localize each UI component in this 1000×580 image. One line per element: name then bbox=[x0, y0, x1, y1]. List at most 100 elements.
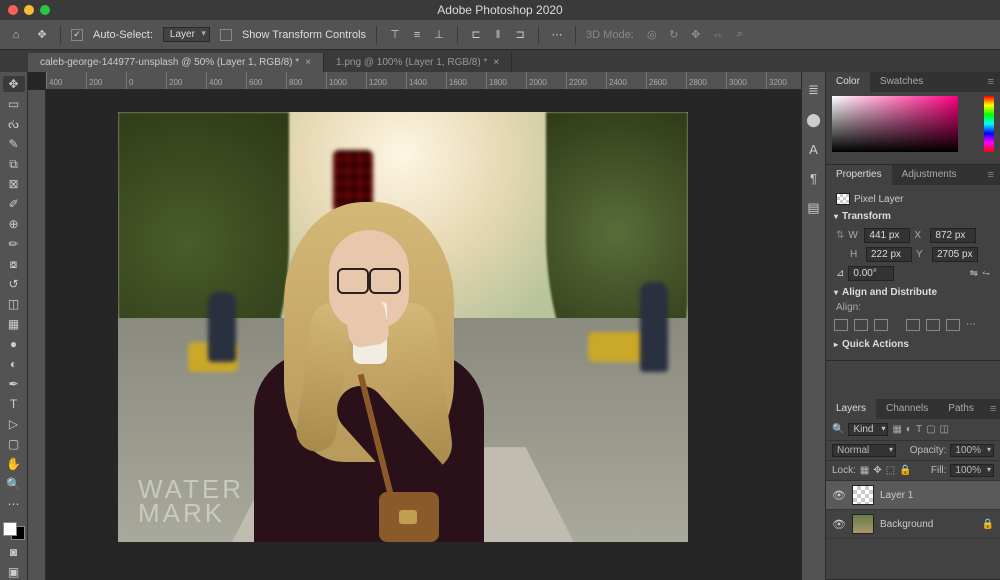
quick-mask-icon[interactable]: ◙ bbox=[3, 544, 25, 560]
align-section[interactable]: ▾Align and Distribute bbox=[832, 283, 994, 302]
align-vcenter-button[interactable] bbox=[926, 319, 940, 331]
tab-properties[interactable]: Properties bbox=[826, 165, 892, 185]
filter-kind-icon[interactable]: 🔍 bbox=[832, 424, 844, 435]
angle-field[interactable]: 0.00° bbox=[848, 266, 894, 281]
pan3d-icon[interactable]: ✥ bbox=[688, 27, 704, 43]
lock-icon[interactable]: 🔒 bbox=[982, 519, 994, 530]
tab-swatches[interactable]: Swatches bbox=[870, 72, 933, 92]
zoom3d-icon[interactable]: ⌕ bbox=[732, 27, 748, 43]
ruler-horizontal[interactable]: 400 200 0 200 400 600 800 1000 1200 1400… bbox=[46, 72, 801, 90]
align-left-button[interactable] bbox=[834, 319, 848, 331]
foreground-background-colors[interactable] bbox=[3, 522, 25, 540]
align-right-button[interactable] bbox=[874, 319, 888, 331]
align-hcenter-button[interactable] bbox=[854, 319, 868, 331]
align-top-button[interactable] bbox=[906, 319, 920, 331]
transform-section[interactable]: ▾Transform bbox=[832, 207, 994, 226]
y-field[interactable]: 2705 px bbox=[932, 247, 978, 262]
quick-actions-section[interactable]: ▸Quick Actions bbox=[832, 335, 994, 354]
crop-tool[interactable]: ⧉ bbox=[3, 156, 25, 172]
visibility-toggle-icon[interactable]: 👁 bbox=[832, 489, 846, 502]
eyedropper-tool[interactable]: ✐ bbox=[3, 196, 25, 212]
shape-tool[interactable]: ▢ bbox=[3, 436, 25, 452]
frame-tool[interactable]: ⊠ bbox=[3, 176, 25, 192]
brush-tool[interactable]: ✏ bbox=[3, 236, 25, 252]
character-panel-icon[interactable]: A bbox=[809, 142, 818, 157]
fill-field[interactable]: 100% bbox=[950, 464, 994, 477]
filter-kind-dropdown[interactable]: Kind bbox=[848, 423, 888, 436]
eraser-tool[interactable]: ◫ bbox=[3, 296, 25, 312]
healing-brush-tool[interactable]: ⊕ bbox=[3, 216, 25, 232]
flip-horizontal-icon[interactable]: ⇋ bbox=[970, 268, 978, 279]
close-window-icon[interactable] bbox=[8, 5, 18, 15]
edit-toolbar-icon[interactable]: ⋯ bbox=[3, 496, 25, 512]
tab-paths[interactable]: Paths bbox=[938, 399, 984, 419]
move-tool[interactable]: ✥ bbox=[3, 76, 25, 92]
clone-stamp-tool[interactable]: ⧇ bbox=[3, 256, 25, 272]
canvas-area[interactable]: 400 200 0 200 400 600 800 1000 1200 1400… bbox=[28, 72, 801, 580]
align-left-icon[interactable]: ⊏ bbox=[468, 27, 484, 43]
hand-tool[interactable]: ✋ bbox=[3, 456, 25, 472]
filter-type-icon[interactable]: T bbox=[916, 424, 922, 435]
layer-row[interactable]: 👁 Background 🔒 bbox=[826, 510, 1000, 539]
blend-mode-dropdown[interactable]: Normal bbox=[832, 444, 896, 457]
align-top-icon[interactable]: ⊤ bbox=[387, 27, 403, 43]
dodge-tool[interactable]: ◐ bbox=[3, 356, 25, 372]
auto-select-checkbox[interactable]: ✓ bbox=[71, 29, 83, 41]
close-tab-icon[interactable]: × bbox=[493, 57, 499, 68]
align-bottom-icon[interactable]: ⊥ bbox=[431, 27, 447, 43]
marquee-tool[interactable]: ▭ bbox=[3, 96, 25, 112]
hue-slider[interactable] bbox=[984, 96, 994, 152]
width-field[interactable]: 441 px bbox=[864, 228, 910, 243]
layer-name[interactable]: Layer 1 bbox=[880, 490, 994, 501]
auto-select-dropdown[interactable]: Layer bbox=[163, 27, 210, 42]
canvas-document[interactable]: WATER MARK bbox=[118, 112, 688, 542]
roll3d-icon[interactable]: ↻ bbox=[666, 27, 682, 43]
document-tab[interactable]: 1.png @ 100% (Layer 1, RGB/8) * × bbox=[324, 53, 512, 72]
panel-menu-icon[interactable]: ≡ bbox=[982, 72, 1000, 92]
pen-tool[interactable]: ✒ bbox=[3, 376, 25, 392]
color-picker[interactable] bbox=[826, 92, 1000, 164]
lock-pixels-icon[interactable]: ▦ bbox=[860, 465, 869, 476]
tab-adjustments[interactable]: Adjustments bbox=[892, 165, 967, 185]
layer-thumbnail[interactable] bbox=[852, 485, 874, 505]
layer-thumbnail[interactable] bbox=[852, 514, 874, 534]
document-tab[interactable]: caleb-george-144977-unsplash @ 50% (Laye… bbox=[28, 53, 324, 72]
lasso-tool[interactable]: ᔔ bbox=[3, 116, 25, 132]
show-transform-checkbox[interactable] bbox=[220, 29, 232, 41]
filter-adjust-icon[interactable]: ◐ bbox=[906, 424, 912, 435]
close-tab-icon[interactable]: × bbox=[305, 57, 311, 68]
align-vcenter-icon[interactable]: ≡ bbox=[409, 27, 425, 43]
tab-layers[interactable]: Layers bbox=[826, 399, 876, 419]
filter-pixel-icon[interactable]: ▦ bbox=[892, 424, 901, 435]
paragraph-panel-icon[interactable]: ¶ bbox=[810, 171, 817, 186]
layer-row[interactable]: 👁 Layer 1 bbox=[826, 481, 1000, 510]
flip-vertical-icon[interactable]: ⥊ bbox=[982, 268, 990, 279]
align-bottom-button[interactable] bbox=[946, 319, 960, 331]
lock-position-icon[interactable]: ✥ bbox=[873, 465, 881, 476]
gradient-tool[interactable]: ▦ bbox=[3, 316, 25, 332]
brushes-panel-icon[interactable]: ⬤ bbox=[806, 112, 821, 128]
filter-smart-icon[interactable]: ◫ bbox=[940, 424, 949, 435]
distribute-more-icon[interactable]: ⋯ bbox=[549, 27, 565, 43]
quick-select-tool[interactable]: ✎ bbox=[3, 136, 25, 152]
history-brush-tool[interactable]: ↺ bbox=[3, 276, 25, 292]
orbit3d-icon[interactable]: ◎ bbox=[644, 27, 660, 43]
screen-mode-icon[interactable]: ▣ bbox=[3, 564, 25, 580]
link-wh-icon[interactable]: ⇅ bbox=[836, 230, 844, 241]
type-tool[interactable]: T bbox=[3, 396, 25, 412]
tab-channels[interactable]: Channels bbox=[876, 399, 938, 419]
lock-all-icon[interactable]: 🔒 bbox=[899, 465, 911, 476]
minimize-window-icon[interactable] bbox=[24, 5, 34, 15]
libraries-panel-icon[interactable]: ▤ bbox=[807, 200, 819, 216]
foreground-color-swatch[interactable] bbox=[3, 522, 17, 536]
lock-artboard-icon[interactable]: ⬚ bbox=[886, 465, 895, 476]
visibility-toggle-icon[interactable]: 👁 bbox=[832, 518, 846, 531]
saturation-value-field[interactable] bbox=[832, 96, 958, 152]
align-more-icon[interactable]: ⋯ bbox=[966, 319, 980, 331]
tab-color[interactable]: Color bbox=[826, 72, 870, 92]
zoom-tool[interactable]: 🔍 bbox=[3, 476, 25, 492]
blur-tool[interactable]: ● bbox=[3, 336, 25, 352]
panel-menu-icon[interactable]: ≡ bbox=[982, 165, 1000, 185]
align-right-icon[interactable]: ⊐ bbox=[512, 27, 528, 43]
height-field[interactable]: 222 px bbox=[866, 247, 912, 262]
